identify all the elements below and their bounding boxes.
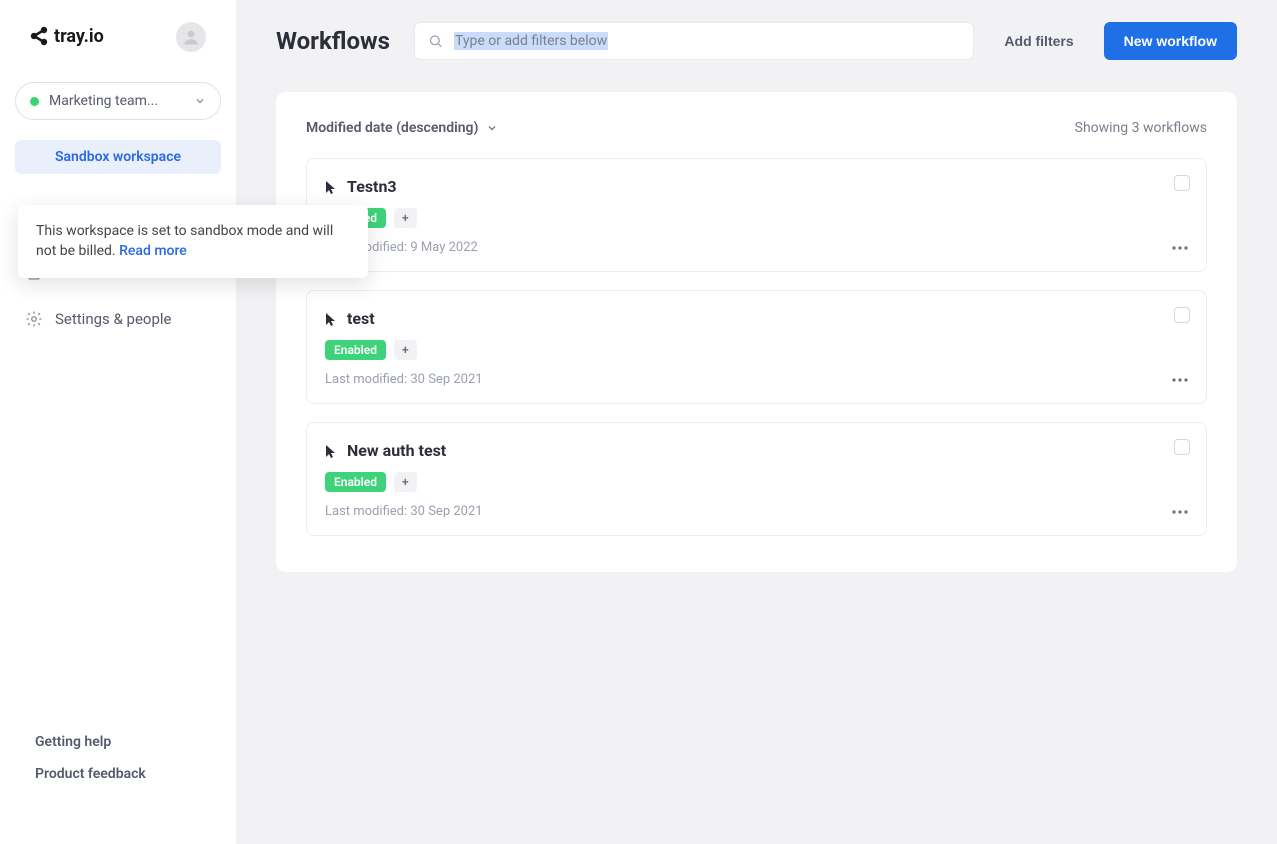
search-icon [428, 34, 443, 49]
workflow-footer: Last modified: 30 Sep 2021 [325, 372, 1188, 387]
workflow-select-checkbox[interactable] [1174, 439, 1190, 455]
sort-label: Modified date (descending) [306, 120, 478, 136]
sidebar-item-settings-people[interactable]: Settings & people [15, 296, 221, 342]
workflow-name: Testn3 [347, 177, 397, 196]
sandbox-workspace-pill[interactable]: Sandbox workspace [15, 140, 221, 174]
workflow-tags: Enabled + [325, 208, 1188, 228]
workflow-select-checkbox[interactable] [1174, 175, 1190, 191]
workflow-name: test [347, 309, 375, 328]
chevron-down-icon [486, 122, 498, 134]
add-tag-button[interactable]: + [394, 208, 417, 228]
workspace-selector[interactable]: Marketing team... [15, 82, 221, 120]
sidebar-header: tray.io [0, 0, 236, 70]
user-icon [182, 28, 200, 46]
chevron-down-icon [194, 95, 206, 107]
sidebar: tray.io Marketing team... Sandbox worksp… [0, 0, 236, 844]
search-input[interactable] [414, 22, 974, 60]
sort-control[interactable]: Modified date (descending) [306, 120, 498, 136]
new-workflow-button[interactable]: New workflow [1104, 22, 1237, 60]
page-title: Workflows [276, 27, 390, 55]
sandbox-tooltip: This workspace is set to sandbox mode an… [18, 205, 368, 278]
workflow-more-menu[interactable] [1172, 510, 1188, 514]
brand-logo: tray.io [30, 26, 124, 48]
workflow-footer: Last modified: 30 Sep 2021 [325, 504, 1188, 519]
workflow-list: Testn3 Enabled + Last modified: 9 May 20… [300, 158, 1213, 536]
workflow-name: New auth test [347, 441, 446, 460]
workspace-name: Marketing team... [49, 93, 188, 109]
workflow-select-checkbox[interactable] [1174, 307, 1190, 323]
gear-icon [25, 310, 43, 328]
add-filters-button[interactable]: Add filters [998, 25, 1079, 57]
search-wrap: Type or add filters below [414, 22, 974, 60]
status-badge: Enabled [325, 340, 386, 360]
sidebar-footer: Getting help Product feedback [0, 726, 236, 844]
cursor-icon [325, 180, 337, 194]
workflow-title-row: New auth test [325, 441, 1188, 460]
cursor-icon [325, 312, 337, 326]
cursor-icon [325, 444, 337, 458]
more-horizontal-icon [1172, 378, 1188, 382]
add-tag-button[interactable]: + [394, 472, 417, 492]
add-tag-button[interactable]: + [394, 340, 417, 360]
workflow-card[interactable]: test Enabled + Last modified: 30 Sep 202… [306, 290, 1207, 404]
workflow-footer: Last modified: 9 May 2022 [325, 240, 1188, 255]
workflow-count: Showing 3 workflows [1075, 120, 1207, 136]
workflow-card[interactable]: Testn3 Enabled + Last modified: 9 May 20… [306, 158, 1207, 272]
workflow-modified: Last modified: 30 Sep 2021 [325, 504, 483, 519]
tooltip-read-more-link[interactable]: Read more [119, 243, 187, 259]
main-content: Workflows Type or add filters below Add … [236, 0, 1277, 844]
workflow-tags: Enabled + [325, 340, 1188, 360]
workflow-modified: Last modified: 30 Sep 2021 [325, 372, 483, 387]
svg-text:tray.io: tray.io [54, 26, 104, 47]
more-horizontal-icon [1172, 246, 1188, 250]
workflow-title-row: Testn3 [325, 177, 1188, 196]
workflows-panel: Modified date (descending) Showing 3 wor… [276, 92, 1237, 572]
footer-link-getting-help[interactable]: Getting help [35, 726, 201, 758]
list-header: Modified date (descending) Showing 3 wor… [300, 120, 1213, 158]
top-bar: Workflows Type or add filters below Add … [276, 22, 1237, 60]
more-horizontal-icon [1172, 510, 1188, 514]
status-dot-icon [30, 97, 39, 106]
workflow-more-menu[interactable] [1172, 378, 1188, 382]
workflow-more-menu[interactable] [1172, 246, 1188, 250]
workflow-title-row: test [325, 309, 1188, 328]
workflow-card[interactable]: New auth test Enabled + Last modified: 3… [306, 422, 1207, 536]
status-badge: Enabled [325, 472, 386, 492]
workflow-tags: Enabled + [325, 472, 1188, 492]
footer-link-product-feedback[interactable]: Product feedback [35, 758, 201, 790]
avatar[interactable] [176, 22, 206, 52]
sidebar-item-label: Settings & people [55, 310, 172, 328]
